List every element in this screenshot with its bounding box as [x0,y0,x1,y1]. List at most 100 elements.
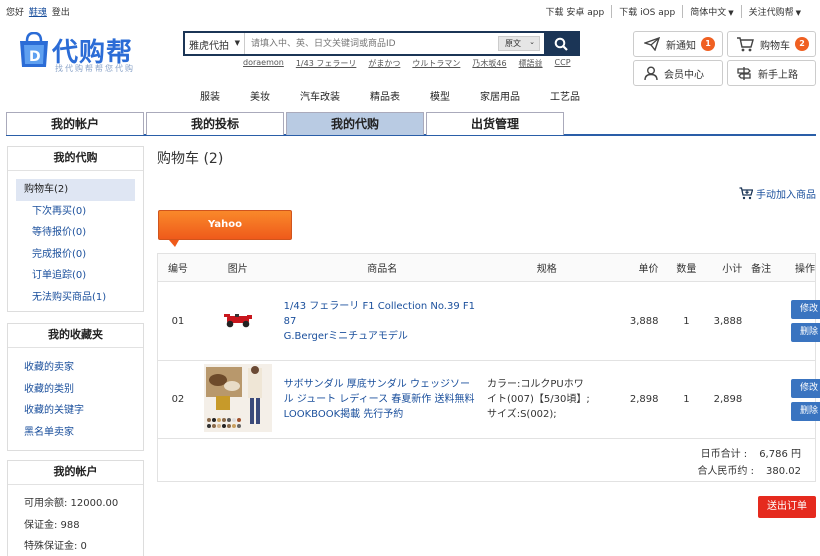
main-tabs: 我的帐户 我的投标 我的代购 出货管理 [6,112,816,136]
product-image[interactable] [198,311,278,332]
cart-count-badge: 2 [795,37,809,51]
android-app-link[interactable]: 下载 安卓 app [539,5,612,18]
category-link[interactable]: 汽车改装 [300,88,340,103]
hot-keyword-link[interactable]: doraemon [243,58,284,69]
new-notice-button[interactable]: 新通知 1 [633,31,723,57]
manual-add-link[interactable]: 手动加入商品 [739,186,816,201]
sidebar-favorites-panel: 我的收藏夹 收藏的卖家 收藏的类别 收藏的关键字 黑名单卖家 [7,323,144,451]
hot-keyword-link[interactable]: 乃木坂46 [472,58,506,69]
hot-keywords: doraemon 1/43 フェラーリ がまかつ ウルトラマン 乃木坂46 標語… [243,58,571,69]
hot-keyword-link[interactable]: がまかつ [368,58,400,69]
tab-my-bids[interactable]: 我的投标 [146,112,284,135]
delete-button[interactable]: 删除 [791,323,820,342]
chevron-down-icon: ⌄ [529,38,535,46]
cart-totals: 日币合计 : 6,786 円 合人民币约 : 380.02 [158,439,815,481]
tab-shipping[interactable]: 出货管理 [426,112,564,135]
sidebar-item-blacklist[interactable]: 黑名单卖家 [16,422,135,444]
newbie-guide-button[interactable]: 新手上路 [727,60,816,86]
spec-line: カラー:コルクPUホワ [487,379,584,390]
category-link[interactable]: 工艺品 [550,88,580,103]
item-number: 02 [171,394,185,405]
deposit: 保证金: 988 [24,519,80,531]
category-link[interactable]: 美妆 [250,88,270,103]
chevron-down-icon: ▼ [795,9,801,17]
subtotal: 2,898 [713,394,743,405]
logo-slogan: 找代购帮帮您代购 [55,64,135,73]
ios-app-link[interactable]: 下载 iOS app [611,5,682,18]
row-ops: 修改 删除 [780,378,820,421]
search-language-select[interactable]: 原文 ⌄ [498,36,540,51]
source-tab-pointer [169,240,179,247]
sidebar-item-fav-categories[interactable]: 收藏的类别 [16,379,135,401]
table-row: 01 1/43 フェラーリ F1 Collection No.39 F1 87 … [158,282,820,361]
quantity: 1 [683,315,690,327]
edit-button[interactable]: 修改 [791,378,820,398]
edit-button[interactable]: 修改 [791,300,820,319]
sidebar-item-awaiting-quote[interactable]: 等待报价(0) [16,222,135,244]
spec-line: サイズ:S(002); [487,409,557,420]
page-title: 购物车 (2) [157,151,224,167]
member-center-button[interactable]: 会员中心 [633,60,723,86]
newbie-guide-label: 新手上路 [758,69,798,81]
search-category-select[interactable]: 雅虎代拍 ▼ [185,33,245,54]
spec-line: イト(007)【5/30頃】; [487,394,590,405]
sidebar-item-fav-sellers[interactable]: 收藏的卖家 [16,357,135,379]
delete-button[interactable]: 删除 [791,401,820,421]
category-link[interactable]: 模型 [430,88,450,103]
product-name-link[interactable]: 1/43 フェラーリ F1 Collection No.39 F1 87 G.B… [278,299,487,344]
product-image[interactable] [198,364,278,435]
category-link[interactable]: 服装 [200,88,220,103]
follow-dropdown[interactable]: 关注代购帮 ▼ [740,5,808,18]
site-logo[interactable]: D 代购帮 找代购帮帮您代购 [18,30,148,76]
col-header: 图片 [227,264,248,275]
sidebar-item-unavailable[interactable]: 无法购买商品(1) [16,287,135,309]
product-name-line: LOOKBOOK掲載 先行予約 [283,409,404,420]
android-app-label: 下载 安卓 app [545,8,605,18]
hot-keyword-link[interactable]: CCP [555,58,571,69]
cart-label: 购物车 [760,40,790,52]
product-name-link[interactable]: サボサンダル 厚底サンダル ウェッジソー ル ジュート レディース 春夏新作 送… [278,377,487,422]
quantity: 1 [683,394,690,405]
signpost-icon [736,66,752,81]
sidebar-item-cart[interactable]: 购物车(2) [16,179,135,201]
shopping-bag-logo-icon: D [20,32,48,67]
ios-app-label: 下载 iOS app [619,8,676,18]
sidebar-favorites-title: 我的收藏夹 [8,324,143,348]
logout-link[interactable]: 登出 [52,8,70,18]
cart-plus-icon [739,187,753,200]
sidebar-item-buy-later[interactable]: 下次再买(0) [16,201,135,223]
category-link[interactable]: 精品表 [370,88,400,103]
col-header: 备注 [751,264,772,275]
sidebar-daigou-title: 我的代购 [8,147,143,171]
hot-keyword-link[interactable]: 1/43 フェラーリ [296,58,357,69]
hot-keyword-link[interactable]: ウルトラマン [412,58,460,69]
sidebar-account-panel: 我的帐户 可用余额: 12000.00 保证金: 988 特殊保证金: 0 [7,460,144,556]
sidebar-item-quoted[interactable]: 完成报价(0) [16,244,135,266]
source-tab-yahoo[interactable]: Yahoo [158,210,292,240]
product-name-line: サボサンダル 厚底サンダル ウェッジソー [283,379,470,390]
table-header-row: 编号 图片 商品名 规格 单价 数量 小计 备注 操作 [158,254,815,282]
manual-add-label: 手动加入商品 [756,190,816,201]
cart-button[interactable]: 购物车 2 [727,31,816,57]
submit-order-button[interactable]: 送出订单 [758,496,816,518]
rmb-total-line: 合人民币约 : 380.02 [697,462,801,477]
unit-price: 2,898 [629,394,659,405]
sidebar-item-fav-keywords[interactable]: 收藏的关键字 [16,400,135,422]
search-button[interactable] [544,33,578,54]
follow-label: 关注代购帮 [748,8,794,18]
svg-text:D: D [29,49,41,65]
sandal-lookbook-thumbnail [203,364,272,432]
hot-keyword-link[interactable]: 標語益 [519,58,543,69]
category-link[interactable]: 家居用品 [480,88,520,103]
paper-plane-icon [644,37,660,51]
main-content: 购物车 (2) 手动加入商品 Yahoo 编号 图片 商品名 规格 单价 数量 … [157,148,820,518]
cart-table: 编号 图片 商品名 规格 单价 数量 小计 备注 操作 01 1/43 フェラー… [157,253,820,482]
rmb-total-value: 380.02 [766,466,801,477]
col-header: 操作 [795,264,815,275]
username-link[interactable]: 鞋魂 [29,8,47,18]
sidebar-item-order-tracking[interactable]: 订单追踪(0) [16,265,135,287]
search-input[interactable] [245,33,498,54]
language-dropdown[interactable]: 简体中文 ▼ [682,5,740,18]
tab-my-daigou[interactable]: 我的代购 [286,112,424,135]
tab-my-account[interactable]: 我的帐户 [6,112,144,135]
